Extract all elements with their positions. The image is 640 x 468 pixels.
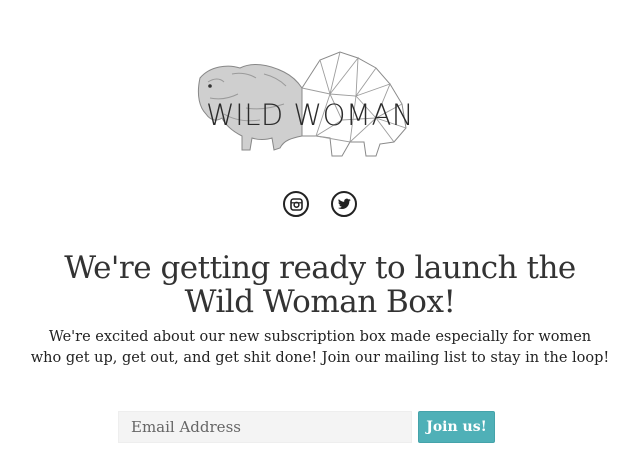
join-button[interactable]: Join us! — [418, 411, 495, 443]
title-line-1: We're getting ready to launch the — [64, 250, 576, 286]
page-description: We're excited about our new subscription… — [20, 327, 620, 369]
brand-logo[interactable]: WILD WOMAN — [180, 38, 440, 168]
signup-form: Join us! — [118, 411, 495, 443]
twitter-link[interactable] — [331, 191, 357, 217]
instagram-icon — [289, 197, 303, 211]
email-input[interactable] — [118, 411, 412, 443]
social-links — [0, 191, 640, 217]
page: WILD WOMAN We're getting ready to launch… — [0, 0, 640, 468]
description-line-1: We're excited about our new subscription… — [48, 329, 592, 345]
instagram-link[interactable] — [283, 191, 309, 217]
logo-wordmark: WILD WOMAN — [206, 98, 414, 132]
description-line-2: who get up, get out, and get shit done! … — [30, 350, 610, 366]
page-title: We're getting ready to launch the Wild W… — [0, 251, 640, 319]
title-line-2: Wild Woman Box! — [184, 284, 456, 320]
twitter-icon — [337, 198, 351, 210]
